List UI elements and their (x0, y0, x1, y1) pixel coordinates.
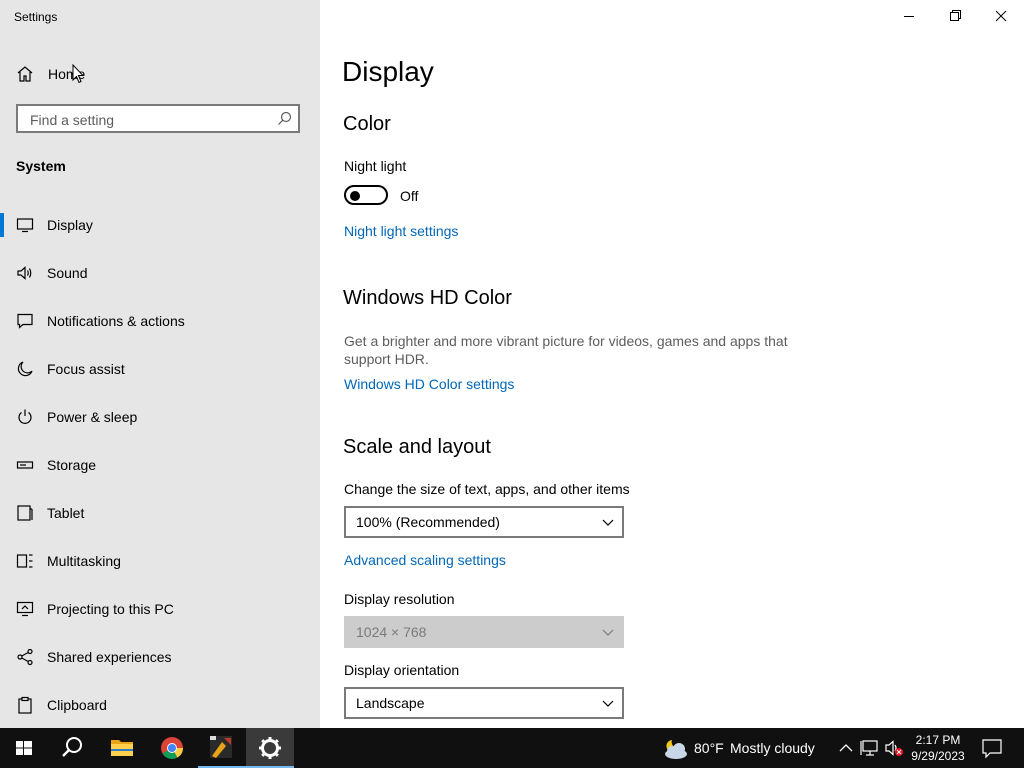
chevron-down-icon (602, 629, 614, 636)
section-title-color: Color (343, 113, 391, 135)
sidebar-item-notifications[interactable]: Notifications & actions (0, 297, 320, 345)
weather-temperature: 80°F (694, 740, 724, 756)
app-title: Settings (14, 10, 58, 24)
search-icon[interactable] (277, 111, 292, 126)
home-icon (17, 66, 33, 82)
power-icon (18, 409, 32, 424)
sidebar-item-projecting[interactable]: Projecting to this PC (0, 585, 320, 633)
toggle-knob (350, 191, 360, 201)
night-light-label: Night light (344, 158, 407, 174)
clock-time: 2:17 PM (915, 733, 961, 747)
resolution-dropdown-value: 1024 × 768 (356, 624, 427, 640)
taskbar: 80°F Mostly cloudy 2:17 PM 9/29/2023 (0, 728, 1024, 768)
notification-icon (17, 313, 33, 329)
search-icon (62, 737, 82, 757)
settings-taskbar-button[interactable] (246, 728, 294, 768)
scale-dropdown[interactable]: 100% (Recommended) (344, 506, 624, 538)
sidebar-item-focus-assist[interactable]: Focus assist (0, 345, 320, 393)
mouse-cursor-icon (72, 64, 84, 84)
action-center-icon[interactable] (980, 728, 1004, 768)
chevron-down-icon (602, 519, 614, 526)
chevron-up-icon[interactable] (836, 728, 856, 768)
taskbar-clock[interactable]: 2:17 PM 9/29/2023 (906, 732, 970, 764)
projecting-icon (16, 601, 34, 617)
section-title-hd-color: Windows HD Color (343, 287, 512, 309)
tablet-icon (17, 505, 33, 521)
sidebar-item-label: Tablet (47, 505, 85, 521)
night-light-toggle[interactable] (344, 185, 388, 205)
search-box[interactable] (16, 104, 300, 133)
speaker-icon (17, 266, 32, 280)
home-nav-item[interactable]: Home (0, 58, 320, 90)
folder-icon (111, 740, 133, 756)
group-title-system: System (16, 158, 66, 174)
sidebar-item-display[interactable]: Display (0, 201, 320, 249)
gear-icon (259, 737, 281, 759)
hd-color-description: Get a brighter and more vibrant picture … (344, 333, 788, 367)
resolution-label: Display resolution (344, 591, 455, 607)
sidebar-item-storage[interactable]: Storage (0, 441, 320, 489)
night-light-settings-link[interactable]: Night light settings (344, 223, 458, 239)
file-explorer-button[interactable] (98, 728, 146, 768)
orientation-dropdown[interactable]: Landscape (344, 687, 624, 719)
search-input[interactable] (28, 110, 272, 130)
sidebar-item-sound[interactable]: Sound (0, 249, 320, 297)
sidebar: Settings Home System Display Sound (0, 0, 320, 728)
sidebar-item-shared-experiences[interactable]: Shared experiences (0, 633, 320, 681)
clipboard-icon (18, 696, 32, 714)
resolution-dropdown: 1024 × 768 (344, 616, 624, 648)
sidebar-nav: Display Sound Notifications & actions Fo… (0, 201, 320, 729)
sidebar-item-label: Power & sleep (47, 409, 138, 425)
sidebar-item-label: Multitasking (47, 553, 121, 569)
clock-date: 9/29/2023 (911, 749, 965, 763)
app-taskbar-button[interactable] (198, 728, 246, 768)
scale-dropdown-value: 100% (Recommended) (356, 514, 500, 530)
sidebar-item-power-sleep[interactable]: Power & sleep (0, 393, 320, 441)
sidebar-item-label: Sound (47, 265, 88, 281)
sidebar-item-clipboard[interactable]: Clipboard (0, 681, 320, 729)
multitasking-icon (16, 554, 33, 568)
orientation-label: Display orientation (344, 662, 460, 678)
chevron-down-icon (602, 700, 614, 707)
advanced-scaling-link[interactable]: Advanced scaling settings (344, 552, 506, 568)
sidebar-item-label: Projecting to this PC (47, 601, 174, 617)
chrome-icon (161, 737, 183, 759)
sidebar-item-label: Clipboard (47, 697, 107, 713)
orientation-dropdown-value: Landscape (356, 695, 425, 711)
windows-logo-icon (16, 741, 32, 755)
start-button[interactable] (0, 728, 48, 768)
app-icon (210, 736, 232, 758)
sidebar-item-label: Display (47, 217, 93, 233)
sidebar-item-multitasking[interactable]: Multitasking (0, 537, 320, 585)
taskbar-search-button[interactable] (48, 728, 96, 768)
sidebar-item-label: Notifications & actions (47, 313, 185, 329)
weather-cloud-icon (665, 740, 687, 759)
sidebar-item-tablet[interactable]: Tablet (0, 489, 320, 537)
page-title: Display (342, 56, 434, 87)
sidebar-item-label: Focus assist (47, 361, 125, 377)
storage-icon (16, 461, 34, 469)
shared-icon (17, 648, 33, 666)
network-icon[interactable] (860, 728, 882, 768)
chrome-button[interactable] (148, 728, 196, 768)
main-content: Display Color Night light Off Night ligh… (320, 0, 1024, 728)
monitor-icon (16, 218, 34, 233)
section-title-scale-layout: Scale and layout (343, 436, 491, 458)
hd-color-settings-link[interactable]: Windows HD Color settings (344, 376, 514, 392)
sidebar-item-label: Shared experiences (47, 649, 172, 665)
sidebar-item-label: Storage (47, 457, 97, 473)
volume-muted-icon[interactable] (884, 728, 906, 768)
moon-icon (17, 361, 33, 377)
size-label: Change the size of text, apps, and other… (344, 481, 630, 497)
night-light-state: Off (400, 188, 419, 204)
weather-condition: Mostly cloudy (730, 740, 815, 756)
